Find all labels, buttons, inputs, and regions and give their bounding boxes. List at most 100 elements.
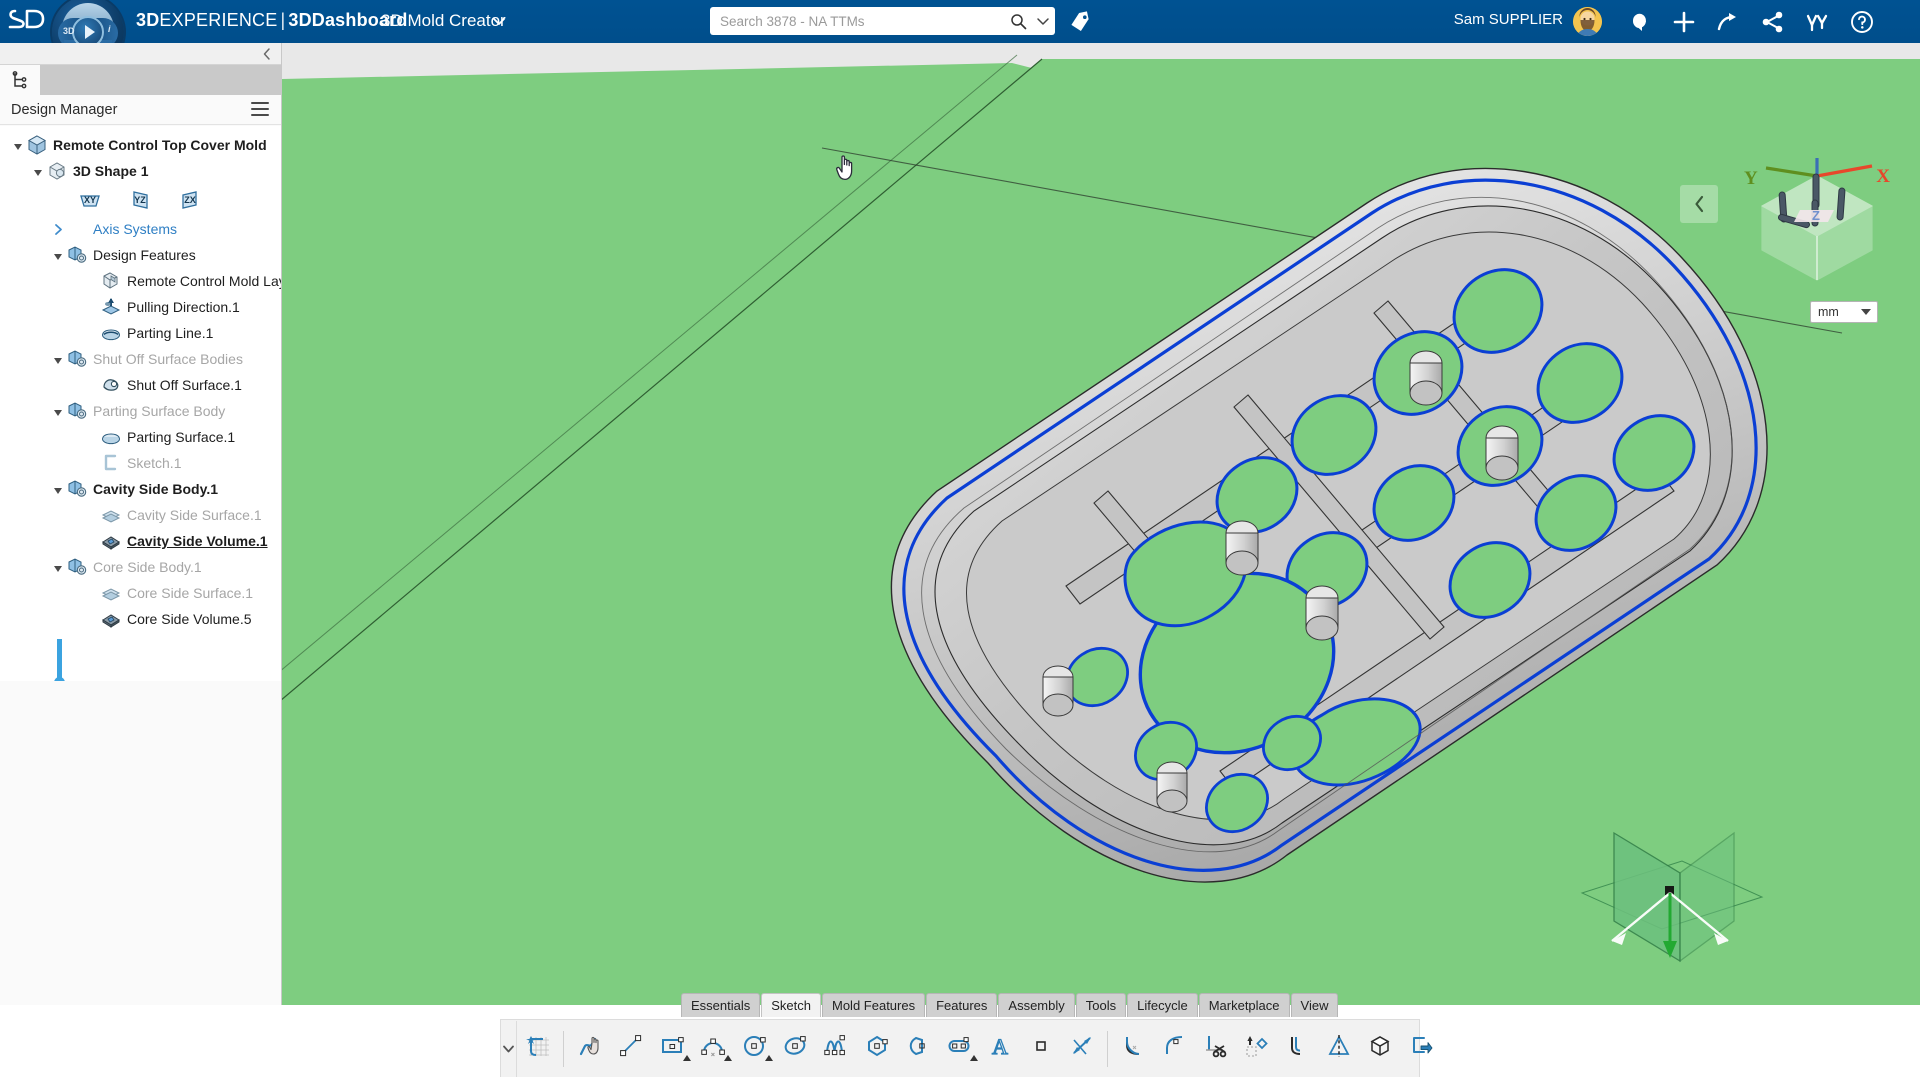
tree-item-parting-line-1[interactable]: Parting Line.1 — [0, 320, 281, 346]
units-dropdown[interactable]: mm — [1810, 301, 1878, 323]
zx-plane-icon[interactable]: ZX — [178, 189, 202, 211]
chamfer-button[interactable] — [1154, 1023, 1195, 1075]
project-3d-element-button[interactable] — [1359, 1023, 1400, 1075]
profile-button[interactable] — [569, 1023, 610, 1075]
ellipse-icon — [783, 1034, 807, 1063]
tree-twisty-right[interactable] — [50, 221, 66, 237]
help-icon[interactable] — [1848, 8, 1876, 36]
tab-assembly[interactable]: Assembly — [998, 993, 1075, 1017]
dimension-button[interactable] — [1061, 1023, 1102, 1075]
user-name-label[interactable]: Sam SUPPLIER — [1454, 11, 1563, 28]
tab-tree-structure[interactable] — [0, 65, 40, 95]
tab-essentials[interactable]: Essentials — [681, 993, 761, 1017]
tree-item-3d-shape-1[interactable]: 3D Shape 1 — [0, 158, 281, 184]
3d-viewport[interactable]: Z X Y mm — [282, 43, 1920, 1005]
search-chevron-down-icon[interactable] — [1031, 15, 1055, 27]
more-options-caret-icon[interactable] — [724, 1054, 732, 1061]
parting-line-icon — [100, 323, 122, 343]
positioned-sketch-button[interactable] — [517, 1023, 558, 1075]
hexagon-icon — [865, 1034, 889, 1063]
tree-twisty-down[interactable] — [50, 403, 66, 419]
tree-twisty-none — [84, 455, 100, 471]
corner-fillet-button[interactable] — [1113, 1023, 1154, 1075]
tree-twisty-down[interactable] — [30, 163, 46, 179]
tab-lifecycle[interactable]: Lifecycle — [1127, 993, 1198, 1017]
collapse-panel-chevron-icon[interactable] — [0, 43, 281, 65]
tree-item-shut-off-surface-bodies[interactable]: Shut Off Surface Bodies — [0, 346, 281, 372]
tab-tools[interactable]: Tools — [1075, 993, 1127, 1017]
point-button[interactable] — [1020, 1023, 1061, 1075]
tree-item-label: Sketch.1 — [127, 455, 182, 471]
tree-item-axis-systems[interactable]: Axis Systems — [0, 216, 281, 242]
offset-button[interactable] — [1277, 1023, 1318, 1075]
rectangle-button[interactable] — [651, 1023, 692, 1075]
tree-item-design-features[interactable]: Design Features — [0, 242, 281, 268]
transform-button[interactable] — [1236, 1023, 1277, 1075]
tree-item-core-side-surface-1[interactable]: Core Side Surface.1 — [0, 580, 281, 606]
tree-item-parting-surface-body[interactable]: Parting Surface Body — [0, 398, 281, 424]
mirror-icon — [1327, 1034, 1351, 1063]
text-button[interactable]: A — [979, 1023, 1020, 1075]
tree-item-shut-off-surface-1[interactable]: Shut Off Surface.1 — [0, 372, 281, 398]
arc-button[interactable] — [692, 1023, 733, 1075]
oblong-profile-button[interactable] — [938, 1023, 979, 1075]
circle-button[interactable] — [733, 1023, 774, 1075]
search-input[interactable] — [710, 8, 1005, 34]
tree-item-sketch-1[interactable]: Sketch.1 — [0, 450, 281, 476]
tree-item-cavity-side-volume-1[interactable]: Cavity Side Volume.1 — [0, 528, 281, 554]
tree-item-label: Shut Off Surface.1 — [127, 377, 242, 393]
xy-plane-icon[interactable]: XY — [78, 189, 102, 211]
notification-icon[interactable] — [1625, 8, 1653, 36]
exit-sketch-button[interactable] — [1400, 1023, 1441, 1075]
toolbar-collapse-chevron-icon[interactable] — [501, 1020, 517, 1077]
dimension-icon — [1070, 1034, 1094, 1063]
tree-item-parting-surface-1[interactable]: Parting Surface.1 — [0, 424, 281, 450]
search-icon[interactable] — [1005, 13, 1031, 30]
3ds-logo[interactable] — [4, 2, 50, 40]
tree-item-core-side-body-1[interactable]: Core Side Body.1 — [0, 554, 281, 580]
tab-mold-features[interactable]: Mold Features — [822, 993, 926, 1017]
tab-view[interactable]: View — [1290, 993, 1339, 1017]
tree-twisty-down[interactable] — [10, 137, 26, 153]
more-options-caret-icon[interactable] — [970, 1054, 978, 1061]
hexagon-button[interactable] — [856, 1023, 897, 1075]
brand-title[interactable]: 3DEXPERIENCE | 3DDashboard — [136, 10, 408, 31]
tree-twisty-down[interactable] — [50, 351, 66, 367]
share-network-icon[interactable] — [1759, 8, 1787, 36]
tab-marketplace[interactable]: Marketplace — [1198, 993, 1290, 1017]
previous-view-button[interactable] — [1680, 185, 1718, 223]
mirror-button[interactable] — [1318, 1023, 1359, 1075]
trim-button[interactable] — [1195, 1023, 1236, 1075]
more-options-caret-icon[interactable] — [683, 1054, 691, 1061]
more-options-caret-icon[interactable] — [765, 1054, 773, 1061]
brand-separator: | — [280, 10, 286, 30]
spline-button[interactable] — [815, 1023, 856, 1075]
avatar[interactable] — [1573, 7, 1602, 36]
tree-twisty-down[interactable] — [50, 559, 66, 575]
3dswym-icon[interactable] — [1803, 8, 1831, 36]
view-compass[interactable]: Z X Y — [1742, 154, 1892, 286]
tree-item-pulling-direction-1[interactable]: Pulling Direction.1 — [0, 294, 281, 320]
text-icon: A — [988, 1033, 1012, 1063]
tag-icon[interactable] — [1068, 10, 1092, 39]
tree-item-cavity-side-body-1[interactable]: Cavity Side Body.1 — [0, 476, 281, 502]
tree-item-label: Shut Off Surface Bodies — [93, 351, 243, 367]
tree-twisty-down[interactable] — [50, 481, 66, 497]
add-icon[interactable] — [1670, 8, 1698, 36]
tree-item-remote-control-mold-layout[interactable]: Remote Control Mold Layout — [0, 268, 281, 294]
share-arrow-icon[interactable] — [1714, 8, 1742, 36]
app-menu-chevron-down-icon[interactable] — [492, 14, 506, 33]
tree-twisty-down[interactable] — [50, 247, 66, 263]
hamburger-menu-icon[interactable] — [251, 102, 269, 118]
yz-plane-icon[interactable]: YZ — [128, 189, 152, 211]
tree-item-cavity-side-surface-1[interactable]: Cavity Side Surface.1 — [0, 502, 281, 528]
tree-item-core-side-volume-5[interactable]: Core Side Volume.5 — [0, 606, 281, 632]
chevron-down-icon[interactable] — [1861, 309, 1871, 315]
search-bar[interactable] — [710, 7, 1055, 35]
tree-item-remote-control-top-cover-mold[interactable]: Remote Control Top Cover Mold — [0, 132, 281, 158]
tab-sketch[interactable]: Sketch — [761, 993, 821, 1017]
tab-features[interactable]: Features — [926, 993, 998, 1017]
ellipse-button[interactable] — [774, 1023, 815, 1075]
line-button[interactable] — [610, 1023, 651, 1075]
elongated-hole-button[interactable] — [897, 1023, 938, 1075]
